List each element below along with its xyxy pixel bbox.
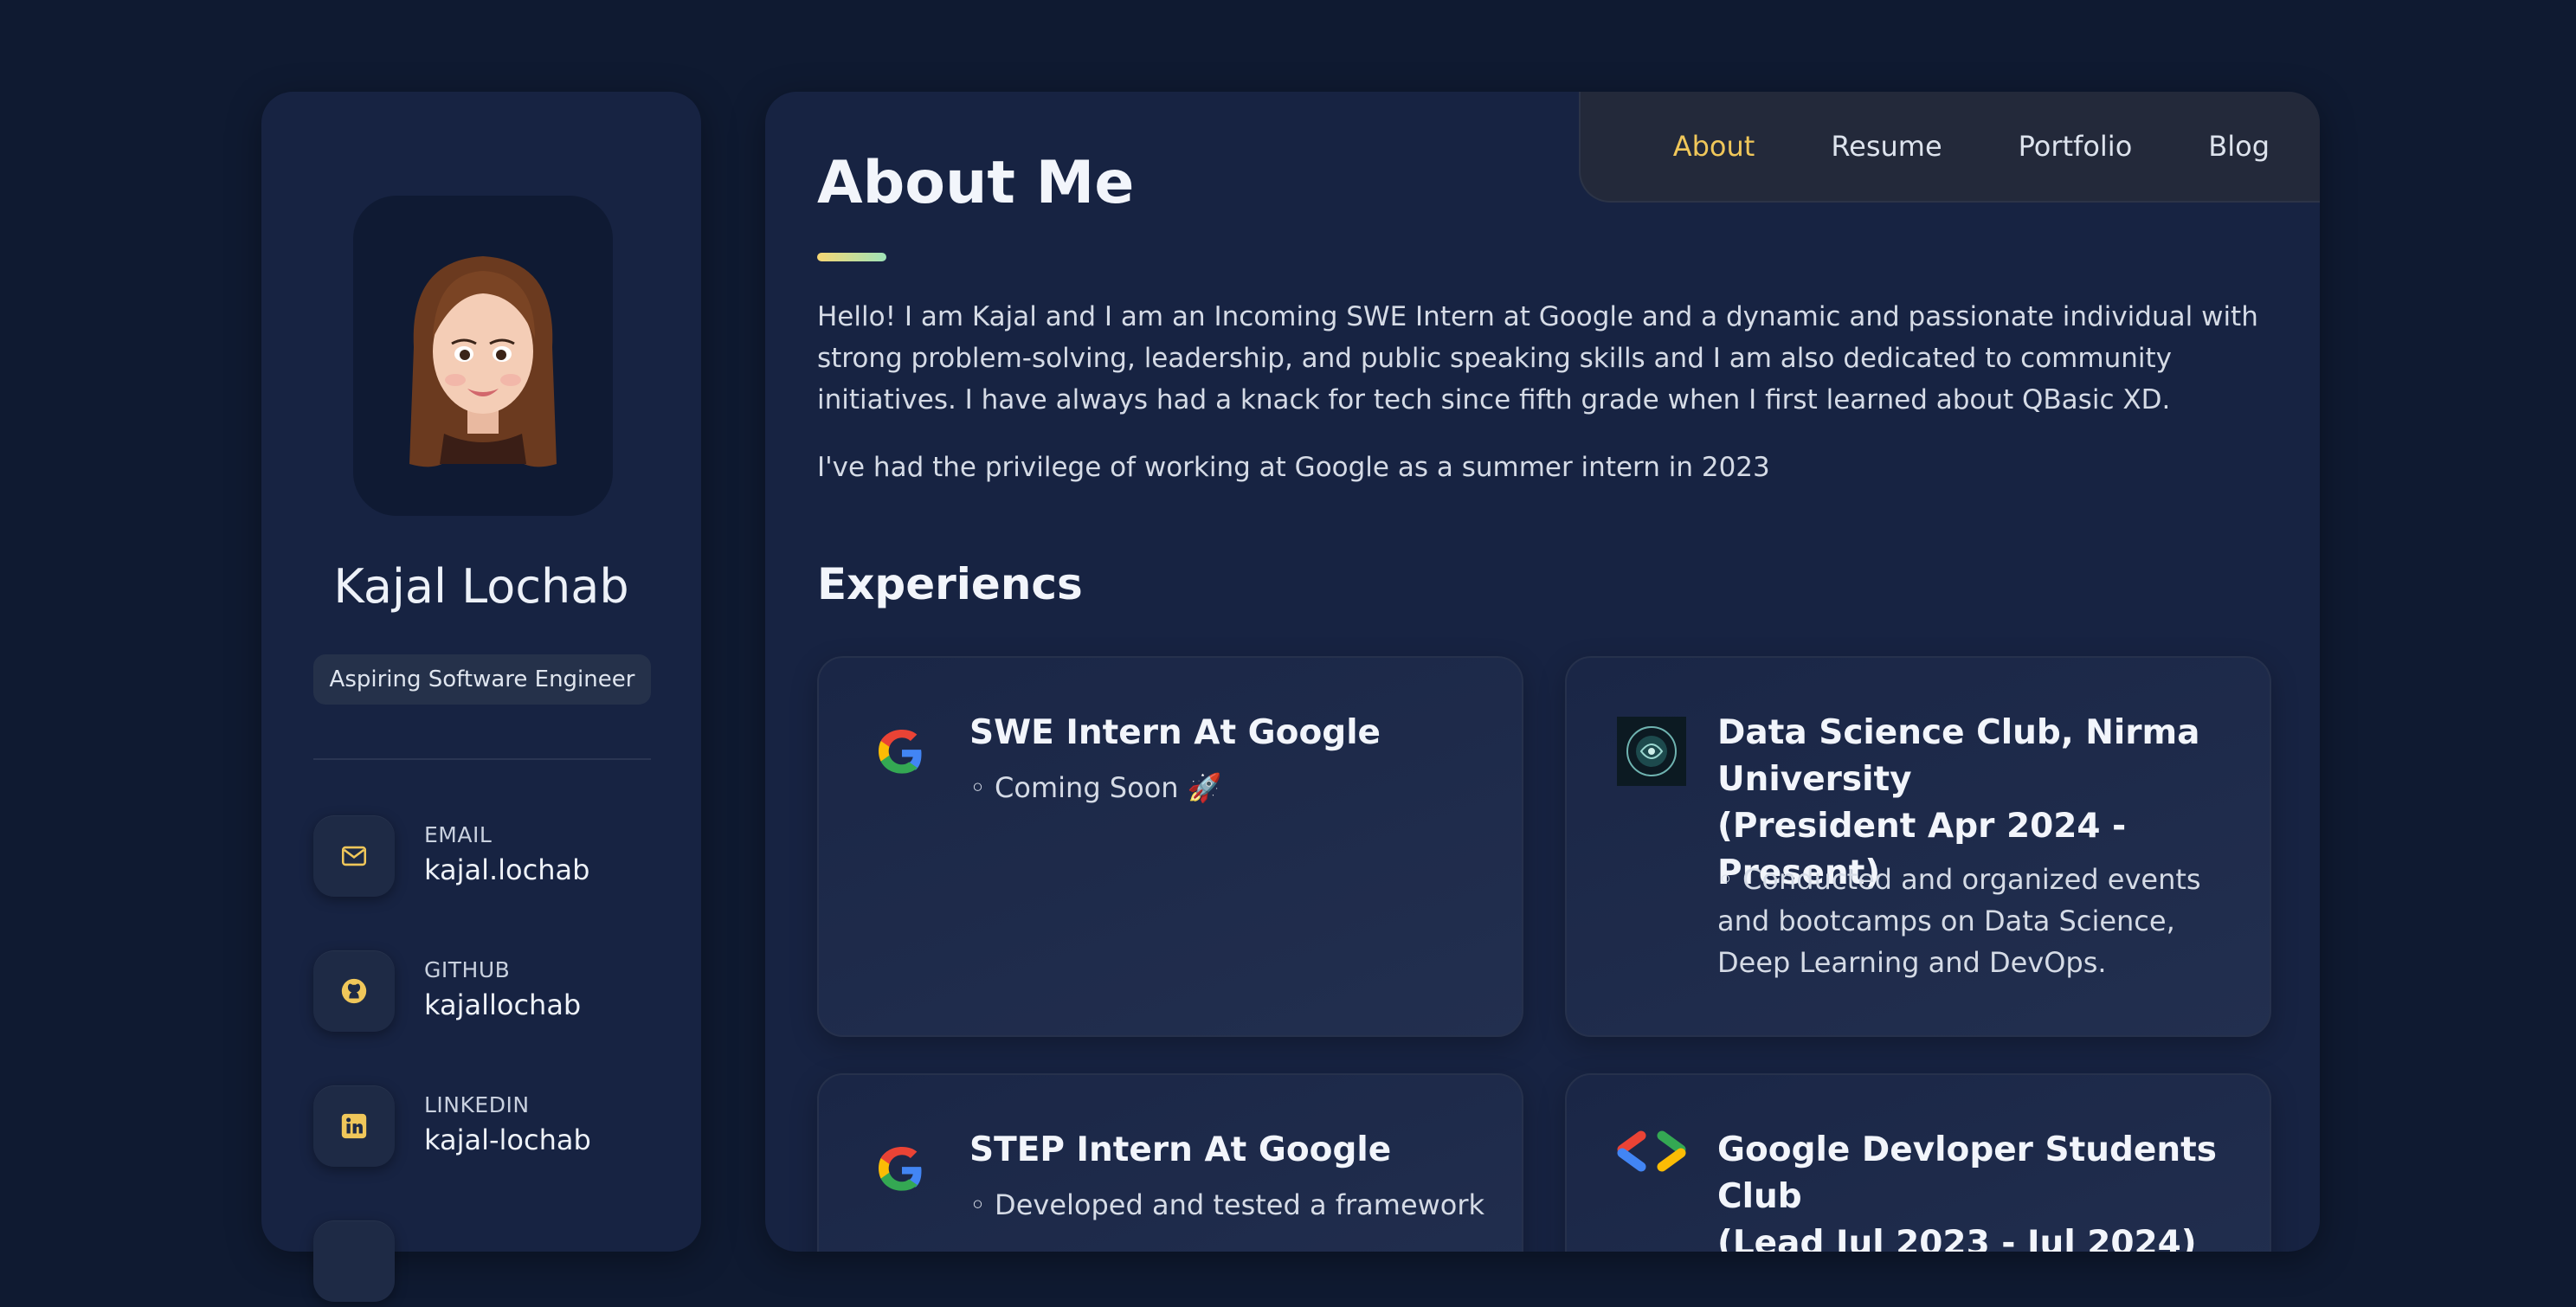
experience-card-data-science-club: Data Science Club, Nirma University (Pre… bbox=[1565, 656, 2271, 1037]
experiences-title: Experiencs bbox=[817, 559, 1083, 609]
contact-value[interactable]: kajallochab bbox=[424, 988, 581, 1021]
main-panel: About Resume Portfolio Blog About Me Hel… bbox=[765, 92, 2320, 1252]
about-paragraph-2: I've had the privilege of working at Goo… bbox=[817, 452, 1770, 483]
contact-value[interactable]: kajal-lochab bbox=[424, 1124, 591, 1156]
nav-about[interactable]: About bbox=[1673, 130, 1755, 163]
nav-resume[interactable]: Resume bbox=[1831, 130, 1942, 163]
gdsc-logo-icon bbox=[1615, 1125, 1688, 1177]
contact-email[interactable]: EMAIL kajal.lochab bbox=[313, 815, 660, 902]
card-description: ◦ Conducted and organized events and boo… bbox=[1717, 863, 2201, 979]
card-title: SWE Intern At Google bbox=[969, 713, 1381, 752]
title-underline bbox=[817, 253, 886, 261]
linkedin-icon bbox=[313, 1085, 395, 1167]
nav-portfolio[interactable]: Portfolio bbox=[2019, 130, 2133, 163]
card-description: ◦ Developed and tested a framework bbox=[969, 1188, 1485, 1221]
card-description: ◦ Coming Soon 🚀 bbox=[969, 771, 1222, 804]
card-title: Google Devloper Students Club (Lead Jul … bbox=[1717, 1130, 2217, 1252]
experience-card-gdsc: Google Devloper Students Club (Lead Jul … bbox=[1565, 1073, 2271, 1252]
profile-name: Kajal Lochab bbox=[333, 559, 629, 614]
contact-value[interactable]: kajal.lochab bbox=[424, 853, 589, 886]
experience-card-swe-intern: SWE Intern At Google ◦ Coming Soon 🚀 bbox=[817, 656, 1523, 1037]
contact-label: GITHUB bbox=[424, 957, 511, 982]
card-title: STEP Intern At Google bbox=[969, 1130, 1392, 1169]
experience-card-step-intern: STEP Intern At Google ◦ Developed and te… bbox=[817, 1073, 1523, 1252]
google-logo-icon bbox=[876, 727, 928, 779]
contact-label: EMAIL bbox=[424, 822, 493, 847]
contact-github[interactable]: GITHUB kajallochab bbox=[313, 950, 660, 1037]
sidebar-divider bbox=[313, 758, 651, 760]
mail-icon bbox=[313, 815, 395, 897]
contact-more[interactable] bbox=[313, 1220, 660, 1307]
profile-sidebar: Kajal Lochab Aspiring Software Engineer … bbox=[261, 92, 701, 1302]
page-title: About Me bbox=[817, 149, 1135, 217]
avatar-frame bbox=[353, 196, 613, 516]
about-paragraph-1: Hello! I am Kajal and I am an Incoming S… bbox=[817, 301, 2258, 415]
contact-icon bbox=[313, 1220, 395, 1302]
contact-label: LINKEDIN bbox=[424, 1092, 530, 1117]
data-science-club-logo-icon bbox=[1617, 717, 1686, 786]
avatar-memoji-icon bbox=[409, 256, 557, 467]
nav-blog[interactable]: Blog bbox=[2208, 130, 2270, 163]
github-icon bbox=[313, 950, 395, 1032]
contact-linkedin[interactable]: LINKEDIN kajal-lochab bbox=[313, 1085, 660, 1172]
role-badge: Aspiring Software Engineer bbox=[313, 654, 651, 705]
google-logo-icon bbox=[876, 1144, 928, 1196]
top-navbar: About Resume Portfolio Blog bbox=[1579, 92, 2320, 203]
